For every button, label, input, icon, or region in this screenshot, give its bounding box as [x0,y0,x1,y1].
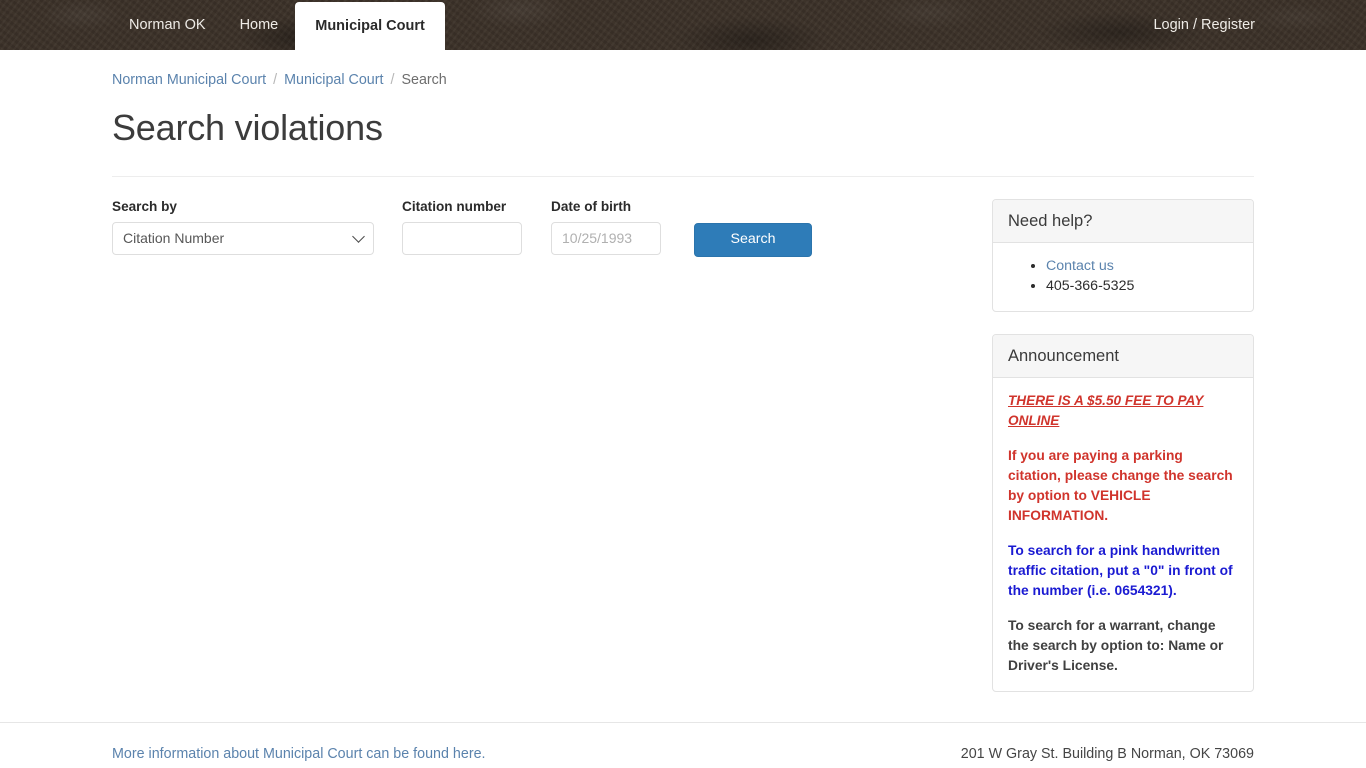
top-navbar: Norman OK Home Municipal Court Login / R… [0,0,1366,50]
date-of-birth-input[interactable] [551,221,661,255]
nav-item-norman-ok[interactable]: Norman OK [112,0,223,50]
announcement-parking-notice: If you are paying a parking citation, pl… [1008,447,1233,523]
citation-number-input[interactable] [402,221,522,255]
nav-item-home[interactable]: Home [223,0,296,50]
announcement-panel: Announcement THERE IS A $5.50 FEE TO PAY… [992,333,1254,692]
contact-us-link[interactable]: Contact us [1046,258,1114,274]
breadcrumb-link-norman-municipal-court[interactable]: Norman Municipal Court [112,70,266,90]
list-item: Contact us [1046,256,1238,276]
breadcrumb-separator: / [390,72,395,88]
need-help-panel-heading: Need help? [993,199,1253,243]
search-by-select[interactable]: Citation Number Name Driver's License Ve… [112,221,374,255]
search-button[interactable]: Search [694,222,812,257]
need-help-title: Need help? [1008,211,1093,230]
login-register-link[interactable]: Login / Register [1153,18,1255,33]
need-help-panel-body: Contact us 405-366-5325 [993,243,1253,311]
navbar-account-area: Login / Register [1153,0,1255,50]
announcement-warrant-notice: To search for a warrant, change the sear… [1008,617,1224,673]
announcement-fee-notice: THERE IS A $5.50 FEE TO PAY ONLINE [1008,392,1204,428]
list-item: 405-366-5325 [1046,276,1238,296]
navbar-primary-links: Norman OK Home Municipal Court [112,0,445,50]
main-content-row: Search by Citation Number Name Driver's … [112,177,1254,714]
footer-more-info-link[interactable]: More information about Municipal Court c… [112,746,486,762]
announcement-pink-citation-notice: To search for a pink handwritten traffic… [1008,542,1233,598]
footer-inner: More information about Municipal Court c… [0,723,1366,762]
announcement-title: Announcement [1008,346,1119,365]
page-title: Search violations [112,107,383,148]
breadcrumb-separator: / [273,72,278,88]
search-column: Search by Citation Number Name Driver's … [112,199,970,257]
page-container: Norman Municipal Court / Municipal Court… [0,50,1366,714]
search-violations-form: Search by Citation Number Name Driver's … [112,199,970,257]
search-by-label: Search by [112,198,177,214]
date-of-birth-group: Date of birth [551,199,661,255]
announcement-panel-body: THERE IS A $5.50 FEE TO PAY ONLINE If yo… [993,378,1253,691]
page-footer: More information about Municipal Court c… [0,722,1366,762]
nav-item-municipal-court[interactable]: Municipal Court [295,2,445,50]
breadcrumb: Norman Municipal Court / Municipal Court… [112,50,1254,90]
breadcrumb-current-search: Search [401,72,447,88]
submit-group: Search [694,199,812,257]
need-help-list: Contact us 405-366-5325 [1008,256,1238,296]
breadcrumb-link-municipal-court[interactable]: Municipal Court [284,70,383,90]
sidebar-column: Need help? Contact us 405-366-5325 Annou… [992,198,1254,714]
citation-number-label: Citation number [402,198,507,214]
search-by-select-wrap: Citation Number Name Driver's License Ve… [112,221,374,255]
announcement-panel-heading: Announcement [993,334,1253,378]
need-help-panel: Need help? Contact us 405-366-5325 [992,198,1254,312]
date-of-birth-label: Date of birth [551,198,632,214]
footer-address: 201 W Gray St. Building B Norman, OK 730… [960,746,1254,762]
search-by-group: Search by Citation Number Name Driver's … [112,199,374,255]
citation-number-group: Citation number [402,199,522,255]
